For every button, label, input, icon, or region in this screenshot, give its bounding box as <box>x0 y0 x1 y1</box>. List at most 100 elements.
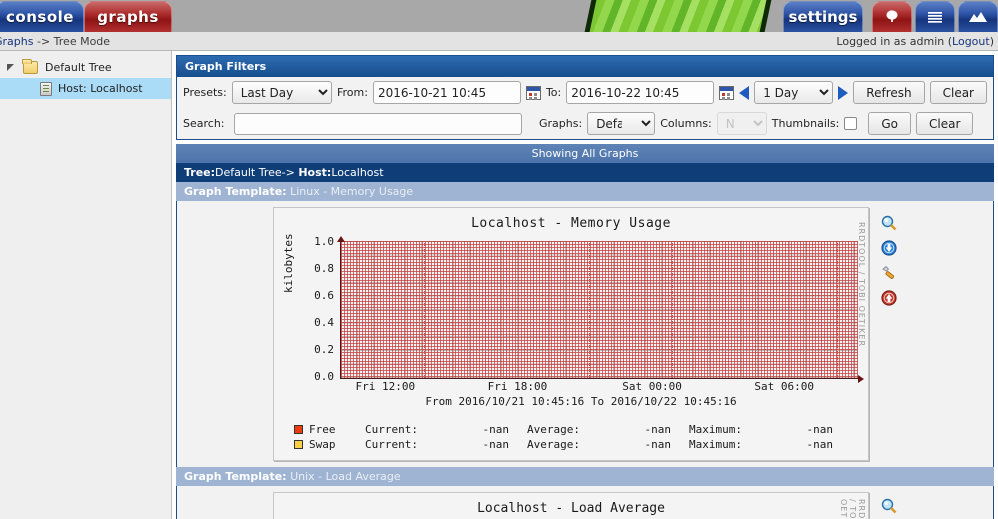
y-axis-arrow-icon <box>337 236 345 242</box>
graph-action-icons <box>869 207 909 461</box>
breadcrumb-link-graphs[interactable]: Graphs <box>0 35 33 48</box>
legend-current-label: Current: <box>365 423 418 436</box>
filter-row-search: Search: Graphs: Default Columns: N/A Thu… <box>177 108 993 139</box>
search-label: Search: <box>183 117 225 130</box>
login-status-text-end: ) <box>989 35 994 48</box>
nav-tree-mode-button[interactable] <box>872 1 912 32</box>
graph-legend: Free Current: -nan Average: -nan Maximum… <box>294 422 868 452</box>
legend-swatch-swap <box>294 440 303 449</box>
sidebar-item-host-localhost[interactable]: Host: Localhost <box>0 78 171 99</box>
zoom-graph-icon[interactable] <box>881 215 897 231</box>
collapse-triangle-icon[interactable] <box>6 62 18 74</box>
columns-select: N/A <box>716 112 767 135</box>
y-axis-ticks: 1.0 0.8 0.6 0.4 0.2 0.0 <box>294 236 334 383</box>
tab-graphs-label: graphs <box>97 8 159 26</box>
tree-icon <box>886 10 898 22</box>
page-top-icon[interactable] <box>881 290 897 306</box>
tree-separator: -> <box>281 166 299 179</box>
rrd-graph-memory[interactable]: Localhost - Memory Usage kilobytes 1.0 0… <box>273 207 869 461</box>
calendar-icon-from[interactable] <box>525 85 541 100</box>
graph-title: Localhost - Load Average <box>477 501 665 516</box>
legend-average-value: -nan <box>644 438 672 451</box>
columns-label: Columns: <box>660 117 712 130</box>
csv-export-icon[interactable] <box>881 240 897 256</box>
graph-container-load: Localhost - Load Average RRDTOOL / TOBI … <box>176 486 994 519</box>
rrd-graph-load[interactable]: Localhost - Load Average RRDTOOL / TOBI … <box>273 492 869 519</box>
to-date-input[interactable] <box>566 81 715 104</box>
zoom-graph-icon[interactable] <box>881 498 897 514</box>
clear-search-button[interactable]: Clear <box>916 112 974 135</box>
y-tick: 0.4 <box>314 316 334 329</box>
page-body: Default Tree Host: Localhost Graph Filte… <box>0 51 998 519</box>
graph-properties-icon[interactable] <box>881 265 897 281</box>
graph-range-caption: From 2016/10/21 10:45:16 To 2016/10/22 1… <box>425 395 737 408</box>
graph-template-bar-memory: Graph Template: Linux - Memory Usage <box>176 182 994 201</box>
tree-prefix-label: Tree: <box>184 166 216 179</box>
calendar-icon-to[interactable] <box>719 85 735 100</box>
y-tick: 0.6 <box>314 289 334 302</box>
nav-list-mode-button[interactable] <box>915 1 955 32</box>
refresh-button[interactable]: Refresh <box>853 81 925 104</box>
tree-sidebar: Default Tree Host: Localhost <box>0 51 172 519</box>
y-tick: 0.0 <box>314 370 334 383</box>
legend-row: Free Current: -nan Average: -nan Maximum… <box>294 422 868 437</box>
template-prefix-label: Graph Template: <box>184 185 287 198</box>
legend-average-label: Average: <box>527 438 580 451</box>
shift-left-arrow-icon[interactable] <box>739 85 750 100</box>
legend-maximum-label: Maximum: <box>689 423 742 436</box>
search-input[interactable] <box>234 112 522 135</box>
legend-current-value: -nan <box>482 423 510 436</box>
graph-plot-area: kilobytes 1.0 0.8 0.6 0.4 0.2 0.0 <box>274 233 868 383</box>
list-icon <box>928 12 942 23</box>
presets-label: Presets: <box>183 86 227 99</box>
legend-maximum-value: -nan <box>806 438 834 451</box>
go-button[interactable]: Go <box>868 112 912 135</box>
showing-all-graphs-bar: Showing All Graphs <box>176 144 994 163</box>
graph-filters-title: Graph Filters <box>177 56 993 77</box>
legend-series-name: Swap <box>309 438 336 451</box>
x-tick: Fri 12:00 <box>355 380 416 393</box>
thumbnails-checkbox[interactable] <box>844 117 858 130</box>
breadcrumb-separator: -> <box>33 35 54 48</box>
host-icon <box>40 81 52 96</box>
nav-preview-mode-button[interactable] <box>958 1 998 32</box>
legend-average-label: Average: <box>527 423 580 436</box>
login-status: Logged in as admin (Logout) <box>836 35 994 48</box>
graph-container-memory: Localhost - Memory Usage kilobytes 1.0 0… <box>176 201 994 467</box>
thumbnails-label: Thumbnails: <box>771 117 840 130</box>
x-tick: Fri 18:00 <box>487 380 548 393</box>
legend-swatch-free <box>294 425 303 434</box>
host-prefix-label: Host: <box>298 166 332 179</box>
timespan-select[interactable]: 1 Day <box>754 81 834 104</box>
rrdtool-watermark: RRDTOOL / TOBI OETIKER <box>839 499 866 519</box>
y-tick: 1.0 <box>314 235 334 248</box>
nav-settings-button[interactable]: settings <box>783 1 863 32</box>
nav-settings-label: settings <box>788 8 858 26</box>
breadcrumb-current: Tree Mode <box>53 35 111 48</box>
graphs-select[interactable]: Default <box>587 112 656 135</box>
x-axis-arrow-icon <box>858 375 864 383</box>
to-label: To: <box>545 86 562 99</box>
from-label: From: <box>336 86 368 99</box>
template-name-label: Linux - Memory Usage <box>290 185 414 198</box>
x-axis-ticks: Fri 12:00 Fri 18:00 Sat 00:00 Sat 06:00 <box>340 379 858 393</box>
tab-console-label: console <box>6 8 74 26</box>
main-content: Graph Filters Presets: Last Day From: To… <box>172 51 998 519</box>
login-status-text: Logged in as admin ( <box>836 35 953 48</box>
graph-gridlines <box>340 241 858 379</box>
from-date-input[interactable] <box>372 81 521 104</box>
sidebar-item-default-tree[interactable]: Default Tree <box>0 57 171 78</box>
clear-button[interactable]: Clear <box>929 81 987 104</box>
shift-right-arrow-icon[interactable] <box>838 85 849 100</box>
tab-console[interactable]: console <box>0 1 84 32</box>
preview-graph-icon <box>969 12 987 22</box>
template-prefix-label: Graph Template: <box>184 470 287 483</box>
logout-link[interactable]: Logout <box>952 35 990 48</box>
top-bar: console graphs settings <box>0 0 998 32</box>
legend-current-value: -nan <box>482 438 510 451</box>
tab-graphs[interactable]: graphs <box>84 1 172 32</box>
sidebar-item-label: Default Tree <box>45 61 112 74</box>
legend-maximum-label: Maximum: <box>689 438 742 451</box>
breadcrumb: Graphs -> Tree Mode <box>0 35 110 48</box>
presets-select[interactable]: Last Day <box>231 81 332 104</box>
